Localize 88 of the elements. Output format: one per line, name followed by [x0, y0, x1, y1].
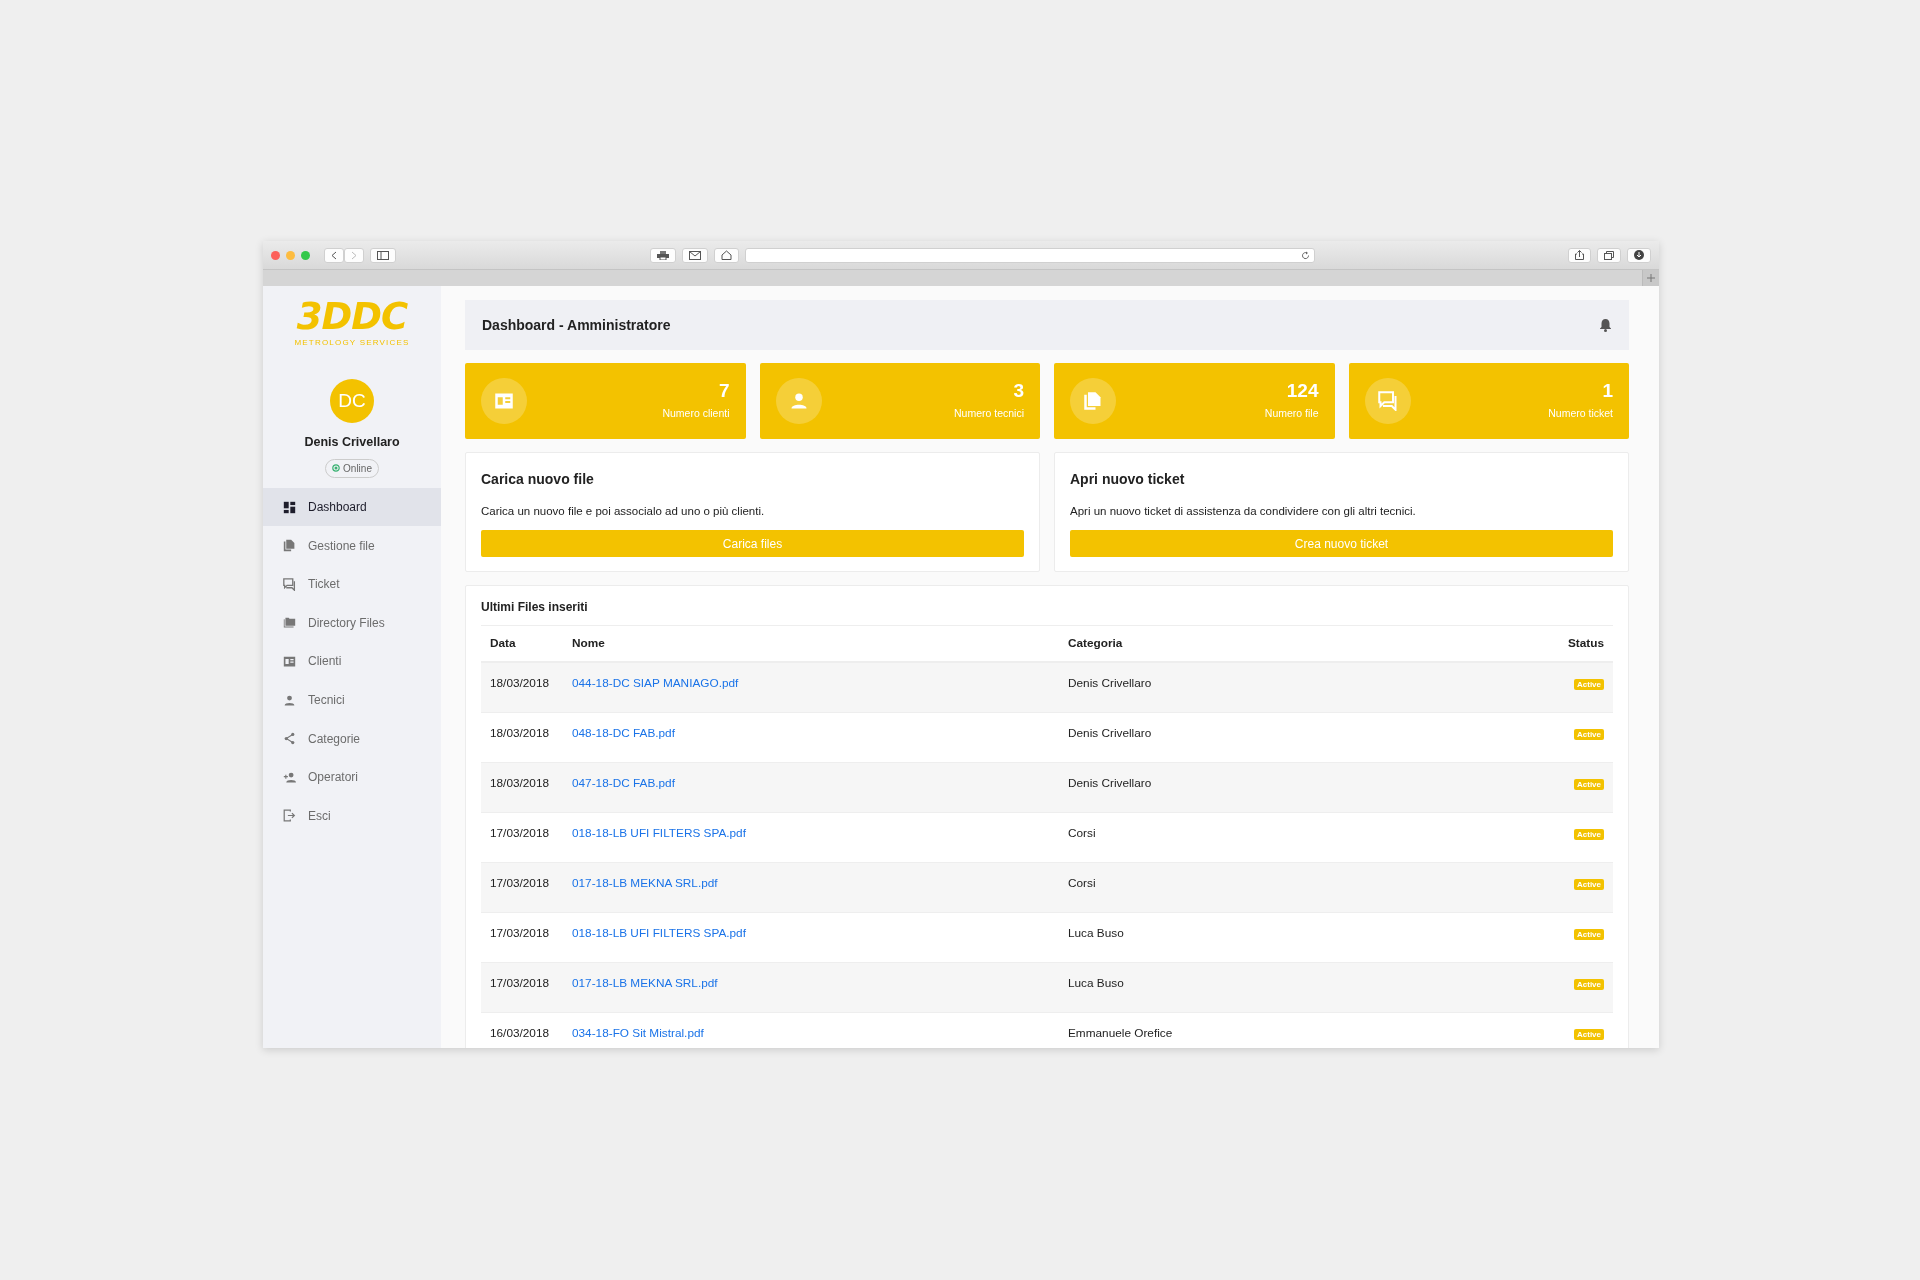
stat-value: 1: [1601, 380, 1613, 402]
date-cell: 17/03/2018: [481, 862, 563, 913]
category-cell: Emmanuele Orefice: [1059, 1012, 1444, 1048]
person-icon: [788, 391, 809, 411]
nav-item[interactable]: Clienti: [263, 642, 441, 681]
nav-item[interactable]: Tecnici: [263, 680, 441, 720]
id-card-icon: [283, 654, 296, 668]
file-link[interactable]: 018-18-LB UFI FILTERS SPA.pdf: [572, 925, 746, 940]
file-link[interactable]: 034-18-FO Sit Mistral.pdf: [572, 1025, 704, 1040]
tabs-button[interactable]: [1597, 247, 1621, 263]
mail-button[interactable]: [681, 247, 708, 263]
nav-item[interactable]: Ticket: [263, 564, 441, 604]
status-tag: Active: [1574, 828, 1604, 840]
download-icon: [1634, 250, 1644, 260]
avatar: DC: [330, 379, 374, 423]
stat-value: 7: [717, 380, 730, 402]
chat-icon: [1377, 391, 1398, 411]
download-button[interactable]: [1627, 247, 1651, 263]
print-button[interactable]: [649, 247, 676, 263]
category-cell: Denis Crivellaro: [1059, 762, 1444, 813]
status-tag: Active: [1574, 928, 1604, 940]
nav-item[interactable]: Esci: [263, 796, 441, 836]
card-title: Apri nuovo ticket: [1070, 470, 1186, 489]
online-icon: [332, 464, 341, 473]
stat-label: Numero clienti: [662, 405, 730, 421]
stat-value: 124: [1285, 380, 1319, 402]
status-text: Online: [343, 461, 372, 476]
card-text: Carica un nuovo file e poi associalo ad uno o più clienti.: [481, 504, 766, 519]
share-icon: [1575, 250, 1584, 260]
sidebar-icon: [377, 250, 389, 260]
category-cell: Denis Crivellaro: [1059, 662, 1444, 713]
nav-item[interactable]: Operatori: [263, 757, 441, 797]
logo-tagline: METROLOGY SERVICES: [294, 337, 410, 349]
nav-item[interactable]: Directory Files: [263, 603, 441, 643]
status-tag: Active: [1574, 679, 1604, 691]
status-tag: Active: [1574, 728, 1604, 740]
date-cell: 17/03/2018: [481, 962, 563, 1013]
logo: 3DDC: [296, 298, 408, 335]
status-tag: Active: [1574, 1028, 1604, 1040]
back-button[interactable]: [324, 247, 344, 263]
stat-value: 3: [1012, 380, 1024, 402]
person-add-icon: [283, 770, 296, 784]
bell-icon[interactable]: [1599, 318, 1612, 332]
category-cell: Luca Buso: [1059, 962, 1444, 1013]
file-link[interactable]: 017-18-LB MEKNA SRL.pdf: [572, 875, 718, 890]
card-title: Carica nuovo file: [481, 470, 595, 489]
share-icon: [283, 732, 296, 746]
file-link[interactable]: 017-18-LB MEKNA SRL.pdf: [572, 975, 718, 990]
date-cell: 16/03/2018: [481, 1012, 563, 1048]
tabs-icon: [1604, 250, 1614, 260]
person-icon: [283, 693, 296, 707]
category-cell: Corsi: [1059, 862, 1444, 913]
card-text: Apri un nuovo ticket di assistenza da condividere con gli altri tecnici.: [1070, 504, 1417, 519]
document-icon: [283, 539, 296, 553]
dashboard-icon: [283, 500, 296, 514]
forward-icon: [351, 250, 357, 260]
home-button[interactable]: [713, 247, 739, 263]
nav-item[interactable]: Dashboard: [263, 487, 441, 527]
file-link[interactable]: 048-18-DC FAB.pdf: [572, 725, 675, 740]
page-title: Dashboard - Amministratore: [482, 315, 671, 335]
status-tag: Active: [1574, 878, 1604, 890]
envelope-icon: [688, 250, 701, 260]
folder-icon: [283, 616, 296, 630]
table-title: Ultimi Files inseriti: [481, 598, 1613, 627]
file-link[interactable]: 018-18-LB UFI FILTERS SPA.pdf: [572, 825, 746, 840]
stat-label: Numero file: [1264, 405, 1319, 421]
stat-label: Numero ticket: [1548, 405, 1613, 421]
status-tag: Active: [1574, 778, 1604, 790]
home-icon: [720, 250, 732, 260]
share-button[interactable]: [1568, 247, 1591, 263]
document-icon: [1083, 391, 1103, 411]
nav-item[interactable]: Gestione file: [263, 526, 441, 565]
printer-icon: [656, 250, 669, 260]
nav-item[interactable]: Categorie: [263, 719, 441, 758]
back-icon: [331, 250, 337, 260]
stat-label: Numero tecnici: [953, 405, 1024, 421]
file-link[interactable]: 044-18-DC SIAP MANIAGO.pdf: [572, 676, 739, 691]
plus-icon: [1647, 274, 1655, 282]
user-name: Denis Crivellaro: [304, 434, 400, 451]
chat-icon: [283, 577, 296, 591]
file-link[interactable]: 047-18-DC FAB.pdf: [572, 775, 675, 790]
reload-icon[interactable]: [1300, 250, 1310, 260]
date-cell: 18/03/2018: [481, 762, 563, 813]
sidebar-toggle-button[interactable]: [370, 247, 396, 263]
id-card-icon: [494, 391, 514, 411]
status-tag: Active: [1574, 978, 1604, 990]
exit-icon: [283, 809, 296, 823]
date-cell: 18/03/2018: [481, 662, 563, 713]
